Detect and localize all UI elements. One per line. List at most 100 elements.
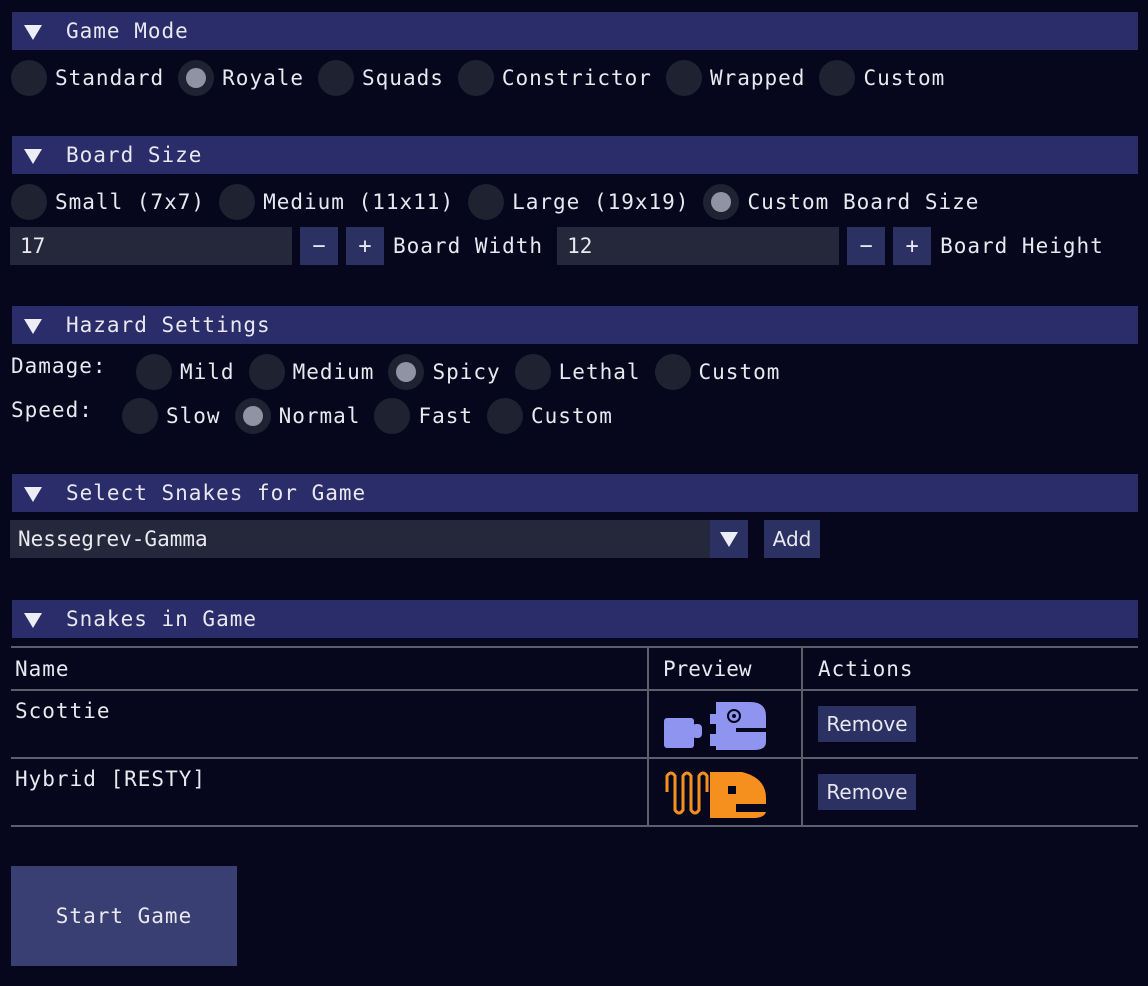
radio-damage-lethal[interactable]: Lethal: [514, 354, 641, 390]
radio-royale[interactable]: Royale: [178, 60, 304, 96]
radio-circle-selected[interactable]: [234, 398, 271, 434]
radio-circle-selected[interactable]: [388, 354, 425, 390]
snake-preview-coil-icon: [665, 771, 766, 818]
radio-circle-selected[interactable]: [703, 184, 740, 220]
speed-row: Speed: Slow Normal Fast Custom: [11, 396, 627, 436]
snake-preview: [649, 759, 803, 825]
radio-circle[interactable]: [11, 184, 47, 220]
collapse-arrow-icon[interactable]: [24, 24, 42, 40]
radio-damage-custom[interactable]: Custom: [654, 354, 781, 390]
board-height-increment-button[interactable]: +: [893, 227, 932, 265]
board-height-decrement-button[interactable]: −: [847, 227, 886, 265]
remove-button[interactable]: Remove: [818, 774, 916, 810]
select-snakes-header[interactable]: Select Snakes for Game: [12, 474, 1138, 512]
radio-speed-normal[interactable]: Normal: [234, 398, 361, 434]
snake-name: Hybrid [RESTY]: [11, 759, 649, 825]
radio-label: Spicy: [432, 360, 501, 384]
radio-speed-custom[interactable]: Custom: [487, 398, 613, 434]
radio-circle[interactable]: [248, 354, 285, 390]
radio-circle-selected[interactable]: [178, 60, 215, 96]
collapse-arrow-icon[interactable]: [24, 318, 42, 334]
hazard-settings-header[interactable]: Hazard Settings: [12, 306, 1138, 344]
radio-circle[interactable]: [514, 354, 551, 390]
section-title: Hazard Settings: [66, 313, 271, 337]
radio-label: Lethal: [558, 360, 641, 384]
board-height-input[interactable]: 12: [557, 227, 840, 265]
radio-label: Custom Board Size: [747, 190, 980, 214]
radio-damage-mild[interactable]: Mild: [136, 354, 235, 390]
snakes-in-game-header[interactable]: Snakes in Game: [12, 600, 1138, 638]
radio-constrictor[interactable]: Constrictor: [457, 60, 652, 96]
plus-icon: +: [358, 233, 372, 259]
minus-icon: −: [859, 233, 873, 259]
start-game-button[interactable]: Start Game: [11, 866, 237, 966]
radio-medium[interactable]: Medium (11x11): [219, 184, 454, 220]
minus-icon: −: [312, 233, 326, 259]
radio-label: Medium: [292, 360, 375, 384]
snake-name: Scottie: [11, 691, 649, 757]
radio-damage-spicy[interactable]: Spicy: [388, 354, 500, 390]
collapse-arrow-icon[interactable]: [24, 148, 42, 164]
radio-circle[interactable]: [122, 398, 158, 434]
radio-circle[interactable]: [487, 398, 524, 434]
actions-cell: Remove: [803, 759, 1138, 825]
game-mode-header[interactable]: Game Mode: [12, 12, 1138, 50]
radio-label: Custom: [531, 404, 613, 428]
radio-label: Slow: [166, 404, 221, 428]
board-width-input[interactable]: 17: [10, 227, 292, 265]
radio-label: Large (19x19): [512, 190, 690, 214]
column-header-name: Name: [11, 648, 649, 689]
radio-label: Custom: [863, 66, 946, 90]
radio-speed-fast[interactable]: Fast: [374, 398, 473, 434]
radio-circle[interactable]: [136, 354, 172, 390]
speed-label: Speed:: [11, 398, 93, 422]
section-title: Game Mode: [66, 19, 189, 43]
radio-circle[interactable]: [219, 184, 256, 220]
board-height-label: Board Height: [940, 234, 1104, 258]
board-width-label: Board Width: [393, 234, 544, 258]
table-row: Hybrid [RESTY] Remove: [11, 759, 1138, 827]
radio-circle[interactable]: [318, 60, 355, 96]
damage-label: Damage:: [11, 354, 107, 378]
radio-circle[interactable]: [457, 60, 494, 96]
radio-custom-mode[interactable]: Custom: [819, 60, 945, 96]
radio-circle[interactable]: [374, 398, 411, 434]
radio-circle[interactable]: [654, 354, 691, 390]
board-width-decrement-button[interactable]: −: [300, 227, 338, 265]
dropdown-value: Nessegrev-Gamma: [18, 527, 208, 551]
collapse-arrow-icon[interactable]: [24, 486, 42, 502]
radio-standard[interactable]: Standard: [11, 60, 164, 96]
plus-icon: +: [905, 233, 919, 259]
radio-large[interactable]: Large (19x19): [468, 184, 689, 220]
section-title: Board Size: [66, 143, 203, 167]
radio-circle[interactable]: [468, 184, 505, 220]
radio-custom-board-size[interactable]: Custom Board Size: [703, 184, 979, 220]
radio-small[interactable]: Small (7x7): [11, 184, 205, 220]
damage-row: Damage: Mild Medium Spicy Lethal Custom: [11, 352, 794, 392]
snakes-table: Name Preview Actions Scottie Remove Hybr…: [11, 646, 1138, 827]
board-dimension-row: 17 − + Board Width 12 − + Board Height: [10, 226, 1104, 266]
snake-dropdown[interactable]: Nessegrev-Gamma: [10, 520, 748, 558]
radio-wrapped[interactable]: Wrapped: [665, 60, 806, 96]
add-snake-button[interactable]: Add: [764, 520, 820, 558]
radio-circle[interactable]: [819, 60, 856, 96]
radio-speed-slow[interactable]: Slow: [122, 398, 221, 434]
board-size-radio-group: Small (7x7) Medium (11x11) Large (19x19)…: [11, 182, 993, 222]
radio-damage-medium[interactable]: Medium: [248, 354, 375, 390]
column-header-actions: Actions: [818, 656, 914, 681]
radio-circle[interactable]: [11, 60, 47, 96]
radio-label: Royale: [222, 66, 305, 90]
radio-squads[interactable]: Squads: [318, 60, 444, 96]
radio-label: Small (7x7): [55, 190, 206, 214]
collapse-arrow-icon[interactable]: [24, 612, 42, 628]
chevron-down-icon[interactable]: [710, 520, 748, 558]
radio-label: Mild: [180, 360, 235, 384]
section-title: Select Snakes for Game: [66, 481, 367, 505]
board-size-header[interactable]: Board Size: [12, 136, 1138, 174]
radio-label: Constrictor: [501, 66, 652, 90]
radio-circle[interactable]: [665, 60, 702, 96]
table-row: Scottie Remove: [11, 691, 1138, 759]
board-width-increment-button[interactable]: +: [346, 227, 384, 265]
remove-button[interactable]: Remove: [818, 706, 916, 742]
radio-label: Standard: [55, 66, 165, 90]
